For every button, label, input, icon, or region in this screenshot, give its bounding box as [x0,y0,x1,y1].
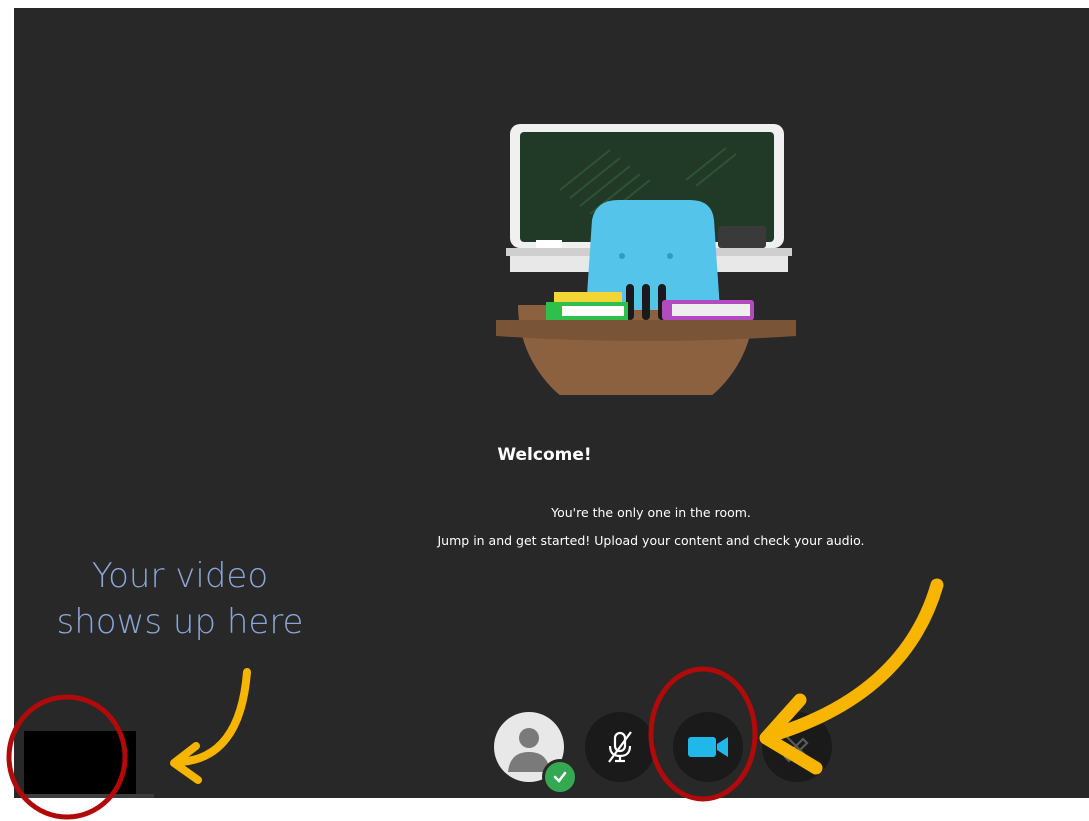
callout-text-line-1: Your video [91,556,269,596]
camera-toggle-button[interactable] [673,712,743,782]
welcome-message-line-1: You're the only one in the room. [551,505,751,520]
share-content-button[interactable] [762,712,832,782]
checkmark-icon [553,771,567,783]
video-camera-icon [688,737,728,757]
callout-text-line-2: shows up here [56,602,304,642]
empty-classroom-illustration [496,124,796,395]
self-video-edge [24,794,154,798]
welcome-title: Welcome! [497,445,592,465]
share-content-icon [783,734,810,763]
self-video-preview[interactable] [24,731,136,794]
microphone-toggle-button[interactable] [585,712,655,782]
microphone-muted-icon [608,731,632,763]
welcome-message-line-2: Jump in and get started! Upload your con… [437,533,865,548]
status-available-badge [542,759,578,795]
